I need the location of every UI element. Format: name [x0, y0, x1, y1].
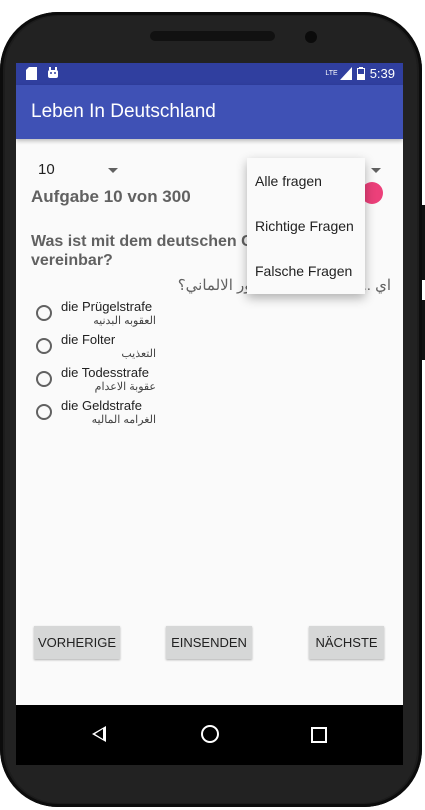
radio-button[interactable] [36, 404, 52, 420]
chevron-down-icon [108, 168, 118, 173]
answer-list: die Prügelstrafe العقوبه البدنيه die Fol… [36, 299, 376, 431]
question-counter: Aufgabe 10 von 300 [31, 187, 191, 206]
radio-button[interactable] [36, 338, 52, 354]
answer-arabic: العقوبه البدنيه [93, 315, 156, 327]
answer-option[interactable]: die Prügelstrafe العقوبه البدنيه [36, 299, 376, 332]
sd-card-icon [26, 67, 37, 80]
answer-option[interactable]: die Folter التعذيب [36, 332, 376, 365]
radio-button[interactable] [36, 305, 52, 321]
answer-option[interactable]: die Geldstrafe الغرامه الماليه [36, 398, 376, 431]
answer-german: die Geldstrafe [61, 398, 142, 413]
answer-german: die Todesstrafe [61, 365, 149, 380]
battery-icon [356, 67, 365, 80]
status-bar: LTE 5:39 [16, 63, 403, 85]
answer-german: die Folter [61, 332, 116, 347]
answer-arabic: الغرامه الماليه [91, 414, 156, 426]
android-icon [48, 67, 58, 78]
recent-apps-icon[interactable] [311, 727, 327, 743]
submit-button[interactable]: EINSENDEN [166, 626, 252, 659]
network-type: LTE [325, 70, 338, 77]
app-bar: Leben In Deutschland [16, 85, 403, 139]
filter-spinner-chevron-down-icon[interactable] [371, 168, 381, 173]
radio-button[interactable] [36, 371, 52, 387]
home-icon[interactable] [201, 725, 219, 743]
previous-button[interactable]: VORHERIGE [34, 626, 120, 659]
status-right-icons: LTE 5:39 [325, 66, 395, 81]
back-icon[interactable] [92, 726, 106, 742]
phone-frame: LTE 5:39 Leben In Deutschland 10 Aufgabe… [0, 0, 425, 810]
answer-arabic: عقوبة الاعدام [94, 381, 156, 393]
answer-option[interactable]: die Todesstrafe عقوبة الاعدام [36, 365, 376, 398]
spinner-selected-value: 10 [38, 161, 55, 178]
question-number-spinner[interactable]: 10 [38, 161, 128, 185]
signal-icon [339, 67, 352, 80]
dropdown-item-wrong[interactable]: Falsche Fragen [247, 248, 365, 293]
dropdown-item-correct[interactable]: Richtige Fragen [247, 203, 365, 248]
dropdown-item-all[interactable]: Alle fragen [247, 158, 365, 203]
filter-dropdown-menu: Alle fragen Richtige Fragen Falsche Frag… [247, 158, 365, 294]
answer-german: die Prügelstrafe [61, 299, 153, 314]
front-camera [305, 31, 317, 43]
answer-arabic: التعذيب [121, 348, 156, 360]
navigation-bar [16, 705, 403, 765]
app-title: Leben In Deutschland [31, 101, 216, 122]
status-time: 5:39 [369, 66, 395, 81]
next-button[interactable]: NÄCHSTE [309, 626, 384, 659]
status-left-icons [26, 67, 59, 80]
speaker-grille [150, 31, 275, 41]
